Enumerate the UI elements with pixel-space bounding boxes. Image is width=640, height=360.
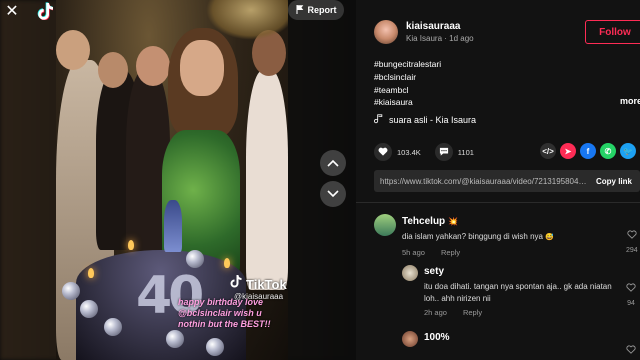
comment-like[interactable]: 294 — [626, 226, 638, 254]
next-video-button[interactable] — [320, 181, 346, 207]
comment-text-body: dia islam yahkan? binggung di wish nya — [402, 232, 543, 241]
like-count: 103.4K — [397, 147, 421, 157]
author-text: kiaisauraaa Kia Isaura · 1d ago — [406, 21, 474, 43]
sound-label: suara asli - Kia Isaura — [389, 115, 477, 125]
comment-author[interactable]: 100% — [424, 332, 620, 343]
watermark-brand: TikTok — [246, 276, 287, 292]
comment-bubble-icon — [439, 143, 449, 161]
comment-author[interactable]: sety — [424, 266, 620, 277]
flag-icon — [295, 4, 304, 16]
copy-link-button[interactable]: Copy link — [588, 177, 640, 186]
video-disco-ball — [166, 330, 184, 348]
video-disco-ball — [206, 338, 224, 356]
sound-link[interactable]: suara asli - Kia Isaura — [373, 114, 477, 126]
heart-outline-icon — [626, 341, 636, 359]
twitter-icon[interactable]: 🐦 — [620, 143, 636, 159]
hashtag-link[interactable]: #bungecitralestari — [374, 58, 441, 71]
comment-like[interactable]: 94 — [626, 279, 636, 307]
previous-video-button[interactable] — [320, 150, 346, 176]
comment-author-name: Tehcelup — [402, 216, 446, 227]
video-disco-ball — [186, 250, 204, 268]
comment-author[interactable]: Tehcelup 💥 — [402, 216, 622, 227]
author-username[interactable]: kiaisauraaa — [406, 21, 474, 32]
video-candle-flame — [128, 240, 134, 250]
embed-icon[interactable]: </> — [540, 143, 556, 159]
close-icon: ✕ — [5, 3, 19, 20]
author-display-name: Kia Isaura — [406, 34, 443, 43]
video-guest-right — [246, 70, 288, 290]
music-note-icon — [373, 114, 383, 126]
hashtag-link[interactable]: #teambcl — [374, 84, 441, 97]
comment-emoji: 😅 — [545, 234, 554, 241]
reply-button[interactable]: Reply — [441, 248, 460, 257]
avatar[interactable] — [374, 214, 396, 236]
comment-author-name: 100% — [424, 332, 450, 343]
tiktok-video-page: 40 TikTok @kiaisauraaa happy birthday lo… — [0, 0, 640, 360]
facebook-icon[interactable]: f — [580, 143, 596, 159]
send-icon[interactable]: ➤ — [560, 143, 576, 159]
hashtag-link[interactable]: #kiaisaura — [374, 96, 441, 109]
share-options: </>➤f✆🐦↪ — [540, 143, 640, 159]
reply-button[interactable]: Reply — [463, 308, 482, 317]
tiktok-watermark: TikTok — [230, 275, 287, 293]
video-disco-ball — [62, 282, 80, 300]
report-button[interactable]: Report — [288, 0, 344, 20]
comment-body: Tehcelup 💥 dia islam yahkan? binggung di… — [402, 216, 622, 257]
chevron-up-icon — [327, 154, 339, 172]
author-info: kiaisauraaa Kia Isaura · 1d ago — [374, 20, 474, 44]
more-button[interactable]: more — [620, 96, 640, 106]
tiktok-logo-icon[interactable] — [34, 0, 56, 22]
video-caption-overlay: happy birthday love @bclsinclair wish u … — [178, 297, 271, 329]
post-time: 1d ago — [449, 34, 474, 43]
comment-author-name: sety — [424, 266, 445, 277]
video-candle-flame — [224, 258, 230, 268]
video-disco-ball — [80, 300, 98, 318]
comment-count: 1101 — [457, 147, 474, 157]
heart-outline-icon — [627, 226, 637, 244]
whatsapp-icon[interactable]: ✆ — [600, 143, 616, 159]
comment-like-count: 294 — [626, 247, 638, 254]
like-button[interactable] — [374, 143, 392, 161]
comment-meta: 5h ago Reply — [402, 248, 622, 257]
video-subject-face — [180, 40, 224, 96]
author-meta: Kia Isaura · 1d ago — [406, 34, 474, 43]
comment-body: 100% — [424, 332, 620, 343]
comment-meta: 2h ago Reply — [424, 308, 620, 317]
follow-button[interactable]: Follow — [585, 20, 640, 44]
share-url-bar: https://www.tiktok.com/@kiaisauraaa/vide… — [374, 170, 640, 192]
comment-time: 5h ago — [402, 247, 425, 257]
video-cake-topper — [164, 200, 182, 252]
engagement-stats: 103.4K 1101 — [374, 143, 488, 161]
comment-text: dia islam yahkan? binggung di wish nya 😅 — [402, 231, 622, 244]
comment-time: 2h ago — [424, 308, 447, 317]
avatar[interactable] — [402, 331, 418, 347]
heart-outline-icon — [626, 279, 636, 297]
avatar[interactable] — [402, 265, 418, 281]
close-button[interactable]: ✕ — [2, 2, 22, 22]
video-guest-phone-head — [98, 52, 128, 88]
video-guest-singer-head — [136, 46, 170, 86]
heart-icon — [378, 143, 388, 161]
tiktok-note-icon — [230, 275, 242, 293]
video-panel: 40 TikTok @kiaisauraaa happy birthday lo… — [0, 0, 356, 360]
hashtag-list: #bungecitralestari #bclsinclair #teambcl… — [374, 58, 441, 109]
chevron-down-icon — [327, 185, 339, 203]
share-url[interactable]: https://www.tiktok.com/@kiaisauraaa/vide… — [374, 177, 588, 186]
comment-button[interactable] — [434, 143, 453, 161]
divider — [356, 202, 640, 203]
comment-body: sety itu doa dihati. tangan nya spontan … — [424, 266, 620, 317]
comment-text: itu doa dihati. tangan nya spontan aja..… — [424, 282, 612, 303]
video-candle-flame — [88, 268, 94, 278]
comment-like[interactable] — [626, 341, 636, 359]
details-panel: kiaisauraaa Kia Isaura · 1d ago Follow #… — [356, 0, 640, 360]
video-disco-ball — [104, 318, 122, 336]
avatar[interactable] — [374, 20, 398, 44]
comment-like-count: 94 — [627, 300, 635, 307]
comment-author-badge: 💥 — [448, 217, 459, 226]
hashtag-link[interactable]: #bclsinclair — [374, 71, 441, 84]
report-label: Report — [307, 5, 337, 15]
video-guest-left-head — [56, 30, 90, 70]
